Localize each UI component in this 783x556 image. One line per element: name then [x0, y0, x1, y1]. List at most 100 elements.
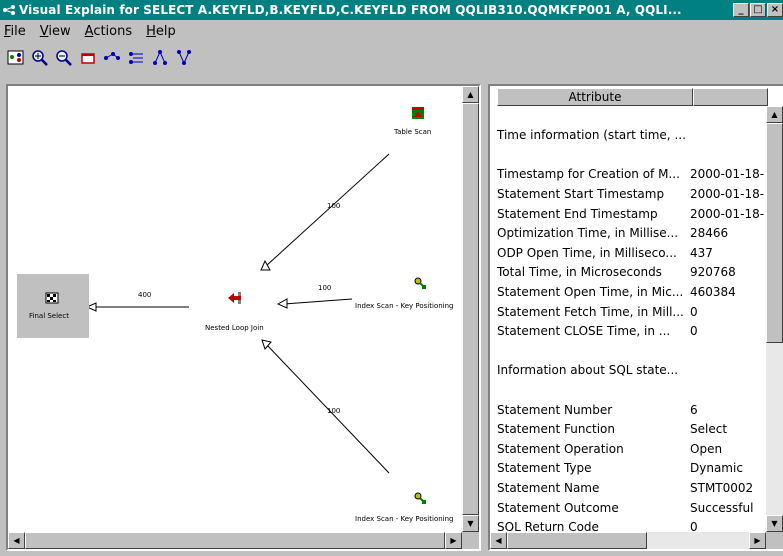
table-row[interactable]: SQL Return Code 0: [497, 518, 767, 531]
minimize-button[interactable]: _: [733, 3, 749, 17]
attribute-value-cell: 0: [690, 304, 698, 319]
attribute-name-cell: Statement CLOSE Time, in ...: [497, 324, 671, 339]
horizontal-layout-icon[interactable]: [102, 48, 122, 68]
close-button[interactable]: ×: [767, 3, 783, 17]
table-row[interactable]: ODP Open Time, in Milliseco... 437: [497, 243, 767, 262]
attribute-value-cell: 0: [690, 520, 698, 531]
table-row[interactable]: Statement Function Select: [497, 420, 767, 439]
attribute-name-cell: Time information (start time, ...: [497, 128, 686, 143]
attribute-name-cell: Statement Fetch Time, in Mill...: [497, 304, 684, 319]
scroll-up-button[interactable]: ▲: [766, 106, 783, 123]
edge-join-to-table: [265, 153, 390, 267]
graph-overview-icon[interactable]: [6, 48, 26, 68]
edge-join-to-index1: [283, 298, 353, 305]
menu-actions[interactable]: Actions: [85, 24, 133, 39]
column-header-value[interactable]: [693, 88, 768, 106]
node-label-index-scan: Index Scan - Key Positioning: [355, 302, 454, 310]
scroll-thumb[interactable]: [766, 123, 783, 343]
table-row[interactable]: [497, 145, 767, 164]
attribute-table: Time information (start time, ... Timesta…: [497, 106, 767, 531]
vertical-layout-icon[interactable]: [126, 48, 146, 68]
table-row[interactable]: Statement Name STMT0002: [497, 478, 767, 497]
table-row[interactable]: Optimization Time, in Millise... 28466: [497, 224, 767, 243]
attribute-name-cell: Statement Number: [497, 402, 613, 417]
edge-label-join-to-table: 100: [327, 202, 341, 210]
tree-alt-layout-icon[interactable]: [174, 48, 194, 68]
table-row[interactable]: Information about SQL state...: [497, 361, 767, 380]
graph-vertical-scrollbar[interactable]: ▲ ▼: [462, 86, 479, 532]
zoom-in-icon[interactable]: [30, 48, 50, 68]
table-row[interactable]: Statement Fetch Time, in Mill... 0: [497, 302, 767, 321]
edge-label-join-to-index2: 100: [327, 407, 341, 415]
table-row[interactable]: Statement Open Time, in Mic... 460384: [497, 282, 767, 301]
attribute-value-cell: 2000-01-18-: [690, 167, 765, 182]
table-row[interactable]: Statement Type Dynamic: [497, 459, 767, 478]
edge-arrow: [276, 298, 288, 309]
table-row[interactable]: Time information (start time, ...: [497, 126, 767, 145]
table-row[interactable]: [497, 380, 767, 399]
table-row[interactable]: Statement End Timestamp 2000-01-18-: [497, 204, 767, 223]
attribute-name-cell: Statement End Timestamp: [497, 206, 658, 221]
attribute-value-cell: 437: [690, 245, 713, 260]
attribute-name-cell: Statement Name: [497, 480, 600, 495]
table-row[interactable]: Statement Outcome Successful: [497, 498, 767, 517]
scroll-thumb[interactable]: [507, 532, 647, 549]
graph-horizontal-scrollbar[interactable]: ◀ ▶: [8, 532, 462, 549]
scroll-right-button[interactable]: ▶: [749, 532, 766, 549]
scroll-down-button[interactable]: ▼: [766, 515, 783, 532]
attribute-value-cell: 28466: [690, 226, 729, 241]
scroll-right-button[interactable]: ▶: [445, 532, 462, 549]
menu-view[interactable]: View: [40, 24, 71, 39]
tree-layout-icon[interactable]: [150, 48, 170, 68]
table-row[interactable]: Statement CLOSE Time, in ... 0: [497, 322, 767, 341]
table-row[interactable]: [497, 341, 767, 360]
menu-help[interactable]: Help: [146, 24, 176, 39]
table-row[interactable]: Timestamp for Creation of M... 2000-01-18…: [497, 165, 767, 184]
scroll-left-button[interactable]: ◀: [490, 532, 507, 549]
attributes-vertical-scrollbar[interactable]: ▲ ▼: [766, 106, 783, 532]
zoom-out-icon[interactable]: [54, 48, 74, 68]
scroll-thumb[interactable]: [25, 532, 445, 549]
maximize-button[interactable]: □: [750, 3, 766, 17]
scroll-corner: [462, 532, 479, 549]
attribute-name-cell: Statement Start Timestamp: [497, 186, 665, 201]
toolbar: [0, 42, 783, 82]
node-label-nested-loop-join: Nested Loop Join: [205, 324, 264, 332]
attribute-value-cell: Successful: [690, 500, 754, 515]
attribute-value-cell: Select: [690, 422, 728, 437]
attribute-value-cell: 460384: [690, 284, 736, 299]
final-select-icon[interactable]: [45, 292, 59, 307]
attribute-name-cell: Information about SQL state...: [497, 363, 679, 378]
attribute-name-cell: Statement Open Time, in Mic...: [497, 284, 684, 299]
scroll-down-button[interactable]: ▼: [462, 515, 479, 532]
table-header: Attribute: [497, 88, 768, 106]
index-scan-icon[interactable]: [413, 491, 427, 508]
attribute-name-cell: Statement Function: [497, 422, 616, 437]
scroll-up-button[interactable]: ▲: [462, 86, 479, 103]
node-label-table-scan: Table Scan: [394, 128, 432, 136]
column-header-attribute[interactable]: Attribute: [497, 88, 693, 106]
attribute-value-cell: 920768: [690, 265, 736, 280]
table-row[interactable]: [497, 106, 767, 125]
attribute-name-cell: Optimization Time, in Millise...: [497, 226, 679, 241]
node-label-index-scan: Index Scan - Key Positioning: [355, 515, 454, 523]
table-scan-icon[interactable]: [411, 106, 425, 123]
attribute-value-cell: 2000-01-18-: [690, 186, 765, 201]
graph-icon[interactable]: [2, 3, 16, 17]
attribute-name-cell: Statement Type: [497, 461, 592, 476]
index-scan-icon[interactable]: [413, 276, 427, 293]
scroll-left-button[interactable]: ◀: [8, 532, 25, 549]
attributes-horizontal-scrollbar[interactable]: ◀ ▶: [490, 532, 766, 549]
title-bar: Visual Explain for SELECT A.KEYFLD,B.KEY…: [0, 0, 783, 20]
graph-canvas[interactable]: Table Scan Index Scan - Key Positioning …: [8, 86, 461, 532]
scroll-thumb[interactable]: [462, 103, 479, 515]
menu-file[interactable]: File: [4, 24, 26, 39]
table-row[interactable]: Statement Start Timestamp 2000-01-18-: [497, 184, 767, 203]
table-row[interactable]: Statement Operation Open: [497, 439, 767, 458]
nested-loop-join-icon[interactable]: [227, 290, 243, 309]
table-row[interactable]: Total Time, in Microseconds 920768: [497, 263, 767, 282]
attribute-value-cell: 6: [690, 402, 698, 417]
window-icon[interactable]: [78, 48, 98, 68]
table-row[interactable]: Statement Number 6: [497, 400, 767, 419]
menu-bar: File View Actions Help: [0, 21, 783, 41]
